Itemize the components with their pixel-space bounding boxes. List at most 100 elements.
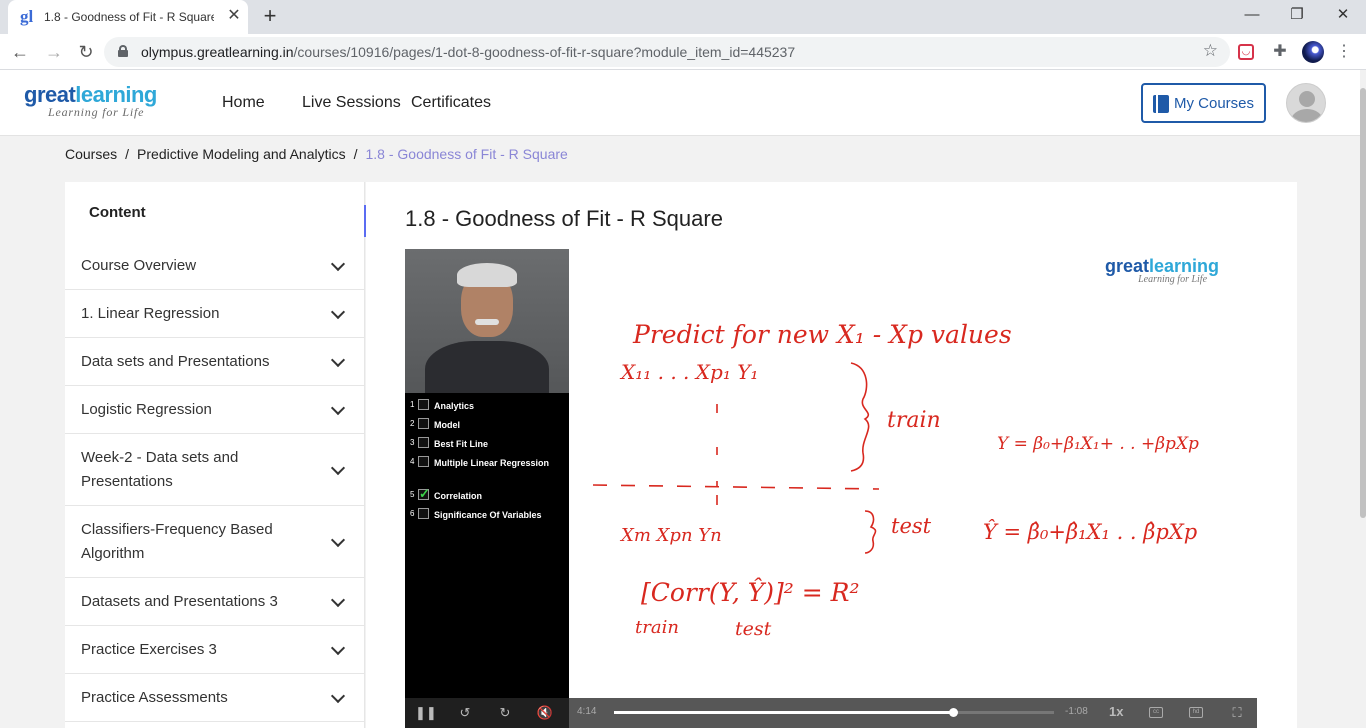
sidebar-item-label: Week-2 - Data sets and Presentations — [81, 449, 239, 490]
topic-item: 1 Analytics — [410, 399, 475, 411]
lock-icon — [118, 45, 128, 57]
sidebar-item-data-sets[interactable]: Data sets and Presentations — [65, 338, 364, 386]
sidebar-item-practice-exercises[interactable]: Practice Exercises 3 — [65, 626, 364, 674]
profile-icon[interactable] — [1302, 41, 1324, 63]
my-courses-button[interactable]: My Courses — [1141, 83, 1266, 123]
sidebar-item-course-overview[interactable]: Course Overview — [65, 242, 364, 290]
nav-certificates[interactable]: Certificates — [411, 94, 491, 112]
handwriting-eq-test: Ŷ = β̂₀+β̂₁X₁ . . β̂pXp — [983, 520, 1197, 544]
greatlearning-logo[interactable]: greatlearning Learning for Life — [24, 82, 157, 119]
breadcrumb-courses[interactable]: Courses — [65, 146, 117, 162]
extensions-puzzle-icon[interactable]: ✚ — [1270, 42, 1290, 62]
browser-tab-strip: gl 1.8 - Goodness of Fit - R Square ✕ + … — [0, 0, 1366, 34]
nav-home[interactable]: Home — [222, 94, 265, 112]
my-courses-label: My Courses — [1174, 95, 1255, 112]
nav-live-sessions[interactable]: Live Sessions — [302, 94, 401, 112]
book-icon — [1153, 95, 1169, 113]
handwriting-bottom-right: test — [735, 618, 772, 640]
pocket-extension-icon[interactable]: ◡ — [1238, 44, 1254, 60]
page-scrollbar[interactable] — [1360, 70, 1366, 728]
chevron-down-icon — [330, 304, 346, 320]
chevron-down-icon — [330, 352, 346, 368]
url-field[interactable]: olympus.greatlearning.in/courses/10916/p… — [104, 37, 1230, 67]
sidebar-item-label: 1. Linear Regression — [81, 305, 220, 322]
topic-item: 3 Best Fit Line — [410, 437, 489, 449]
elapsed-time: 4:14 — [577, 706, 597, 717]
rewind-icon[interactable]: ↺ — [455, 703, 475, 723]
breadcrumb-separator: / — [353, 146, 358, 162]
checkmark-icon: ✓ — [419, 486, 430, 501]
brace-test — [864, 510, 877, 554]
sidebar-item-logistic-regression[interactable]: Logistic Regression — [65, 386, 364, 434]
restore-icon[interactable]: ❐ — [1282, 4, 1312, 28]
logo-text-great: great — [24, 82, 76, 107]
playback-speed[interactable]: 1x — [1109, 704, 1123, 719]
forward-skip-icon[interactable]: ↻ — [495, 703, 515, 723]
back-icon[interactable]: ← — [8, 40, 32, 64]
user-avatar[interactable] — [1286, 83, 1326, 123]
breadcrumb: Courses / Predictive Modeling and Analytic… — [65, 146, 568, 162]
breadcrumb-course[interactable]: Predictive Modeling and Analytics — [137, 146, 346, 162]
chevron-down-icon — [330, 256, 346, 272]
fullscreen-icon[interactable]: ⛶ — [1227, 703, 1247, 723]
chevron-down-icon — [330, 592, 346, 608]
sidebar-item-week-2[interactable]: Week-2 - Data sets and Presentations — [65, 434, 364, 506]
tab-title: 1.8 - Goodness of Fit - R Square — [44, 10, 214, 24]
chevron-down-icon — [330, 640, 346, 656]
main-content: 1.8 - Goodness of Fit - R Square 1 Analyt… — [366, 182, 1297, 728]
close-window-icon[interactable]: ✕ — [1328, 4, 1358, 28]
browser-menu-icon[interactable]: ⋮ — [1334, 42, 1354, 62]
captions-icon[interactable]: cc — [1149, 707, 1163, 718]
content-sidebar: Content Course Overview 1. Linear Regres… — [65, 182, 365, 728]
topic-item: 5 ✓ Correlation — [410, 486, 483, 501]
handwriting-corr: [Corr(Y, Ŷ)]² = R² — [641, 578, 859, 607]
sidebar-item-practice-assessments[interactable]: Practice Assessments — [65, 674, 364, 722]
handwriting-line2: X₁₁ . . . Xp₁ Y₁ — [619, 360, 758, 384]
handwriting-bottom-left: train — [635, 617, 679, 638]
video-player[interactable]: 1 Analytics 2 Model 3 Best Fit Line 4 Multip… — [405, 249, 1257, 728]
sidebar-item-label: Practice Exercises 3 — [81, 641, 217, 658]
handwriting-line1: Predict for new X₁ - Xp values — [632, 320, 1012, 349]
gl-icon: gl — [20, 7, 34, 26]
new-tab-icon[interactable]: + — [258, 5, 282, 29]
hd-icon[interactable]: hd — [1189, 707, 1203, 718]
chevron-down-icon — [330, 460, 346, 476]
topic-item: 6 Significance Of Variables — [410, 508, 542, 520]
chevron-down-icon — [330, 532, 346, 548]
close-tab-icon[interactable]: ✕ — [225, 7, 243, 25]
handwriting-train: train — [887, 408, 941, 433]
forward-icon[interactable]: → — [42, 40, 66, 64]
pause-icon[interactable]: ❚❚ — [415, 703, 437, 723]
minimize-icon[interactable]: — — [1237, 4, 1267, 28]
video-topic-list: 1 Analytics 2 Model 3 Best Fit Line 4 Multip… — [409, 399, 565, 538]
video-controls: ❚❚ ↺ ↻ 🔇 4:14 -1:08 1x cc hd ⛶ — [405, 698, 1257, 728]
handwriting-layer: Predict for new X₁ - Xp values X₁₁ . . .… — [592, 320, 1199, 640]
presenter-video — [405, 249, 569, 393]
handwriting-line3: Xm Xpn Yn — [619, 525, 722, 546]
handwriting-test: test — [891, 514, 932, 538]
sidebar-item-classifiers[interactable]: Classifiers-Frequency Based Algorithm — [65, 506, 364, 578]
reload-icon[interactable]: ↻ — [74, 40, 98, 64]
scrollbar-thumb[interactable] — [1360, 88, 1366, 518]
chevron-down-icon — [330, 688, 346, 704]
seek-handle[interactable] — [948, 708, 958, 717]
address-bar-row: ← → ↻ olympus.greatlearning.in/courses/1… — [0, 34, 1366, 70]
sidebar-item-label: Datasets and Presentations 3 — [81, 593, 278, 610]
seek-bar-fill — [614, 711, 953, 714]
seek-bar[interactable] — [614, 708, 1054, 717]
sidebar-title: Content — [89, 204, 146, 221]
topic-item: 2 Model — [410, 418, 460, 430]
bookmark-star-icon[interactable]: ☆ — [1203, 41, 1218, 61]
url-host: olympus.greatlearning.in — [141, 44, 294, 60]
url-path: /courses/10916/pages/1-dot-8-goodness-of… — [293, 44, 796, 60]
logo-text-learning: learning — [75, 82, 157, 107]
dashed-split-line — [592, 484, 880, 490]
remaining-time: -1:08 — [1065, 706, 1088, 717]
mute-icon[interactable]: 🔇 — [535, 703, 555, 723]
handwriting-eq-train: Y = β₀+β₁X₁+ . . +βpXp — [997, 434, 1199, 454]
sidebar-item-datasets-3[interactable]: Datasets and Presentations 3 — [65, 578, 364, 626]
sidebar-item-label: Classifiers-Frequency Based Algorithm — [81, 521, 273, 562]
chevron-down-icon — [330, 400, 346, 416]
sidebar-item-linear-regression[interactable]: 1. Linear Regression — [65, 290, 364, 338]
browser-tab[interactable]: gl 1.8 - Goodness of Fit - R Square ✕ — [8, 0, 248, 34]
